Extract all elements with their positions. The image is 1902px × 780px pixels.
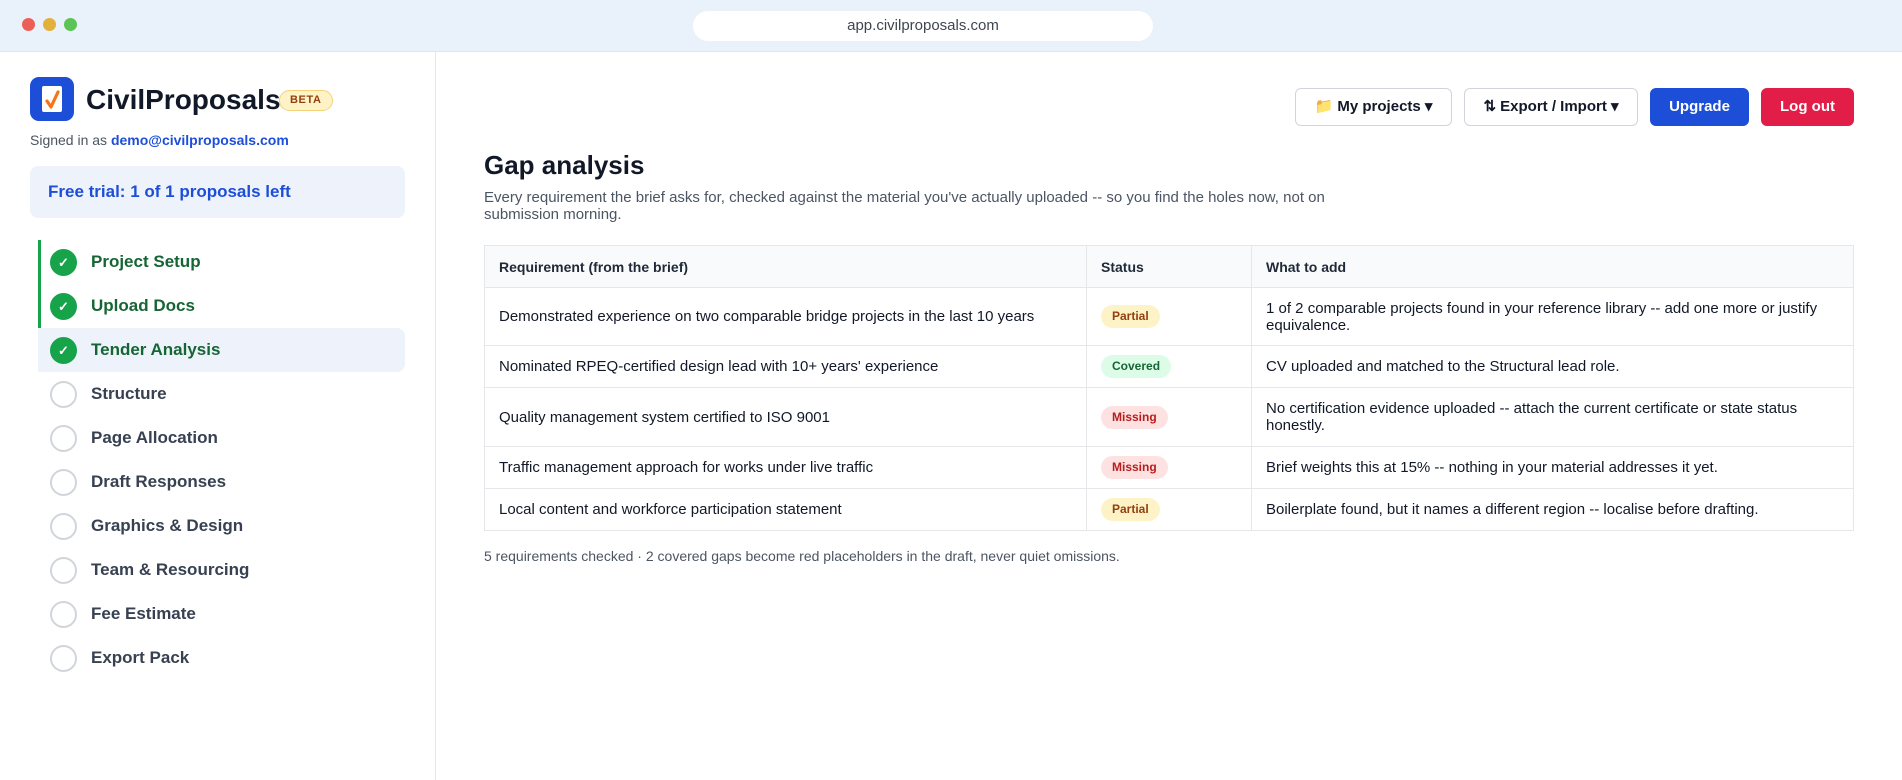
my-projects-button[interactable]: 📁 My projects ▾ [1295, 88, 1452, 126]
step-fee-estimate[interactable]: Fee Estimate [38, 592, 405, 636]
signed-in-info: Signed in as demo@civilproposals.com [30, 132, 289, 148]
step-pending-icon [50, 601, 77, 628]
action-cell: 1 of 2 comparable projects found in your… [1251, 287, 1854, 346]
column-header-requirement: Requirement (from the brief) [484, 245, 1087, 288]
status-cell: Missing [1086, 446, 1252, 489]
browser-toolbar: app.civilproposals.com [0, 0, 1902, 52]
table-row: Local content and workforce participatio… [484, 488, 1854, 531]
beta-badge: BETA [279, 90, 333, 111]
requirement-cell: Local content and workforce participatio… [484, 488, 1087, 531]
requirement-cell: Quality management system certified to I… [484, 387, 1087, 447]
action-cell: Brief weights this at 15% -- nothing in … [1251, 446, 1854, 489]
step-label: Project Setup [91, 252, 201, 271]
step-complete-icon: ✓ [50, 249, 77, 276]
summary-note: 5 requirements checked · 2 covered gaps … [484, 548, 1120, 564]
page-subtitle: Every requirement the brief asks for, ch… [484, 189, 1325, 223]
step-draft-responses[interactable]: Draft Responses [38, 460, 405, 504]
address-bar[interactable]: app.civilproposals.com [693, 11, 1153, 41]
status-badge: Partial [1101, 498, 1160, 521]
step-project-setup[interactable]: ✓ Project Setup [38, 240, 405, 284]
trial-banner: Free trial: 1 of 1 proposals left [30, 166, 405, 218]
action-cell: Boilerplate found, but it names a differ… [1251, 488, 1854, 531]
sidebar: CivilProposals BETA Signed in as demo@ci… [0, 52, 436, 780]
step-tender-analysis[interactable]: ✓ Tender Analysis [38, 328, 405, 372]
table-header-row: Requirement (from the brief) Status What… [484, 245, 1854, 288]
step-label: Graphics & Design [91, 516, 244, 535]
brand-name: CivilProposals [86, 84, 281, 115]
step-pending-icon [50, 645, 77, 672]
step-pending-icon [50, 469, 77, 496]
status-badge: Missing [1101, 456, 1168, 479]
status-cell: Missing [1086, 387, 1252, 447]
requirement-cell: Traffic management approach for works un… [484, 446, 1087, 489]
step-label: Tender Analysis [91, 340, 221, 359]
table-row: Quality management system certified to I… [484, 387, 1854, 447]
table-row: Traffic management approach for works un… [484, 446, 1854, 489]
step-label: Team & Resourcing [91, 560, 250, 579]
requirement-cell: Demonstrated experience on two comparabl… [484, 287, 1087, 346]
column-header-status: Status [1086, 245, 1252, 288]
status-badge: Covered [1101, 355, 1172, 378]
main-content: 📁 My projects ▾ ⇅ Export / Import ▾ Upgr… [437, 52, 1902, 780]
step-label: Export Pack [91, 648, 190, 667]
status-cell: Covered [1086, 345, 1252, 388]
export-import-button[interactable]: ⇅ Export / Import ▾ [1464, 88, 1638, 126]
window-close-button[interactable] [22, 18, 35, 31]
gap-analysis-table: Requirement (from the brief) Status What… [484, 245, 1854, 531]
step-pending-icon [50, 513, 77, 540]
step-page-allocation[interactable]: Page Allocation [38, 416, 405, 460]
step-pending-icon [50, 381, 77, 408]
step-structure[interactable]: Structure [38, 372, 405, 416]
step-export-pack[interactable]: Export Pack [38, 636, 405, 680]
step-label: Draft Responses [91, 472, 227, 491]
step-pending-icon [50, 425, 77, 452]
step-label: Upload Docs [91, 296, 195, 315]
step-pending-icon [50, 557, 77, 584]
table-row: Nominated RPEQ-certified design lead wit… [484, 345, 1854, 388]
step-label: Structure [91, 384, 167, 403]
requirement-cell: Nominated RPEQ-certified design lead wit… [484, 345, 1087, 388]
status-badge: Missing [1101, 405, 1168, 429]
logout-button[interactable]: Log out [1761, 88, 1854, 126]
window-maximize-button[interactable] [64, 18, 77, 31]
app-logo [30, 77, 74, 121]
signed-in-prefix: Signed in as [30, 132, 108, 148]
column-header-what-to-add: What to add [1251, 245, 1854, 288]
action-cell: No certification evidence uploaded -- at… [1251, 387, 1854, 447]
status-badge: Partial [1101, 305, 1160, 328]
action-cell: CV uploaded and matched to the Structura… [1251, 345, 1854, 388]
step-complete-icon: ✓ [50, 337, 77, 364]
status-cell: Partial [1086, 488, 1252, 531]
status-cell: Partial [1086, 287, 1252, 346]
table-row: Demonstrated experience on two comparabl… [484, 287, 1854, 346]
step-graphics-design[interactable]: Graphics & Design [38, 504, 405, 548]
step-label: Fee Estimate [91, 604, 196, 623]
page-title: Gap analysis [484, 150, 645, 180]
window-minimize-button[interactable] [43, 18, 56, 31]
user-email: demo@civilproposals.com [110, 132, 289, 148]
step-team-resourcing[interactable]: Team & Resourcing [38, 548, 405, 592]
checkmark-logo-icon [45, 90, 60, 109]
step-upload-docs[interactable]: ✓ Upload Docs [38, 284, 405, 328]
step-label: Page Allocation [91, 428, 218, 447]
step-complete-icon: ✓ [50, 293, 77, 320]
upgrade-button[interactable]: Upgrade [1650, 88, 1749, 126]
